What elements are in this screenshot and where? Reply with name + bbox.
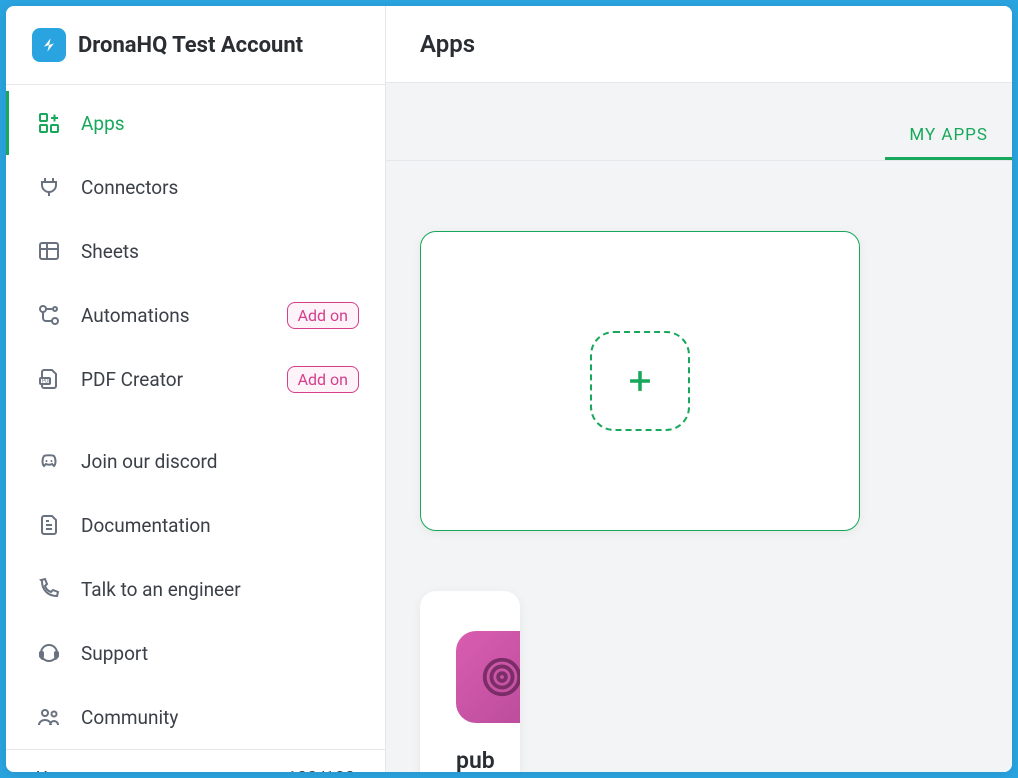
app-card-icon — [456, 631, 520, 723]
sidebar-item-label: Community — [81, 706, 359, 729]
sidebar-item-community[interactable]: Community — [6, 685, 385, 749]
sidebar-item-automations[interactable]: Automations Add on — [6, 283, 385, 347]
sidebar-item-discord[interactable]: Join our discord — [6, 429, 385, 493]
sidebar-item-label: Support — [81, 642, 359, 665]
community-icon — [35, 703, 63, 731]
addon-badge: Add on — [287, 302, 359, 329]
app-window: DronaHQ Test Account Apps Connec — [6, 6, 1012, 772]
brand-title: DronaHQ Test Account — [78, 33, 303, 58]
app-card-title: pub — [456, 747, 484, 772]
sidebar-item-support[interactable]: Support — [6, 621, 385, 685]
main-area: Apps MY APPS pub AJ p — [386, 6, 1012, 772]
addon-badge: Add on — [287, 366, 359, 393]
sidebar-item-sheets[interactable]: Sheets — [6, 219, 385, 283]
nav-list: Apps Connectors Sheets — [6, 85, 385, 749]
automations-icon — [35, 301, 63, 329]
users-row[interactable]: Users 100/100 — [6, 749, 385, 772]
sidebar: DronaHQ Test Account Apps Connec — [6, 6, 386, 772]
sidebar-item-label: Connectors — [81, 176, 359, 199]
sidebar-item-label: Sheets — [81, 240, 359, 263]
brand-logo-icon — [39, 35, 59, 55]
users-count: 100/100 — [287, 768, 355, 772]
sidebar-item-connectors[interactable]: Connectors — [6, 155, 385, 219]
sidebar-item-label: PDF Creator — [81, 368, 265, 391]
discord-icon — [35, 447, 63, 475]
phone-icon — [35, 575, 63, 603]
sheet-icon — [35, 237, 63, 265]
new-app-tile[interactable] — [420, 231, 860, 531]
support-icon — [35, 639, 63, 667]
svg-text:PDF: PDF — [42, 379, 51, 385]
tab-myapps[interactable]: MY APPS — [885, 113, 1012, 160]
sidebar-item-documentation[interactable]: Documentation — [6, 493, 385, 557]
plug-icon — [35, 173, 63, 201]
pdf-icon: PDF — [35, 365, 63, 393]
sidebar-item-label: Documentation — [81, 514, 359, 537]
brand-header[interactable]: DronaHQ Test Account — [6, 6, 385, 85]
app-card[interactable]: pub AJ p — [420, 591, 520, 772]
sidebar-item-label: Join our discord — [81, 450, 359, 473]
apps-grid-row1: pub AJ p — [386, 161, 1012, 772]
tabs-row: MY APPS — [386, 83, 1012, 161]
new-app-plus-box — [590, 331, 690, 431]
doc-icon — [35, 511, 63, 539]
sidebar-item-pdfcreator[interactable]: PDF PDF Creator Add on — [6, 347, 385, 411]
apps-icon — [35, 109, 63, 137]
brand-logo — [32, 28, 66, 62]
sidebar-item-label: Apps — [81, 112, 359, 135]
sidebar-item-apps[interactable]: Apps — [6, 91, 385, 155]
sidebar-item-label: Automations — [81, 304, 265, 327]
page-title: Apps — [386, 6, 1012, 83]
plus-icon — [623, 364, 657, 398]
sidebar-item-engineer[interactable]: Talk to an engineer — [6, 557, 385, 621]
users-label: Users — [36, 768, 82, 772]
sidebar-item-label: Talk to an engineer — [81, 578, 359, 601]
target-icon — [479, 654, 520, 700]
